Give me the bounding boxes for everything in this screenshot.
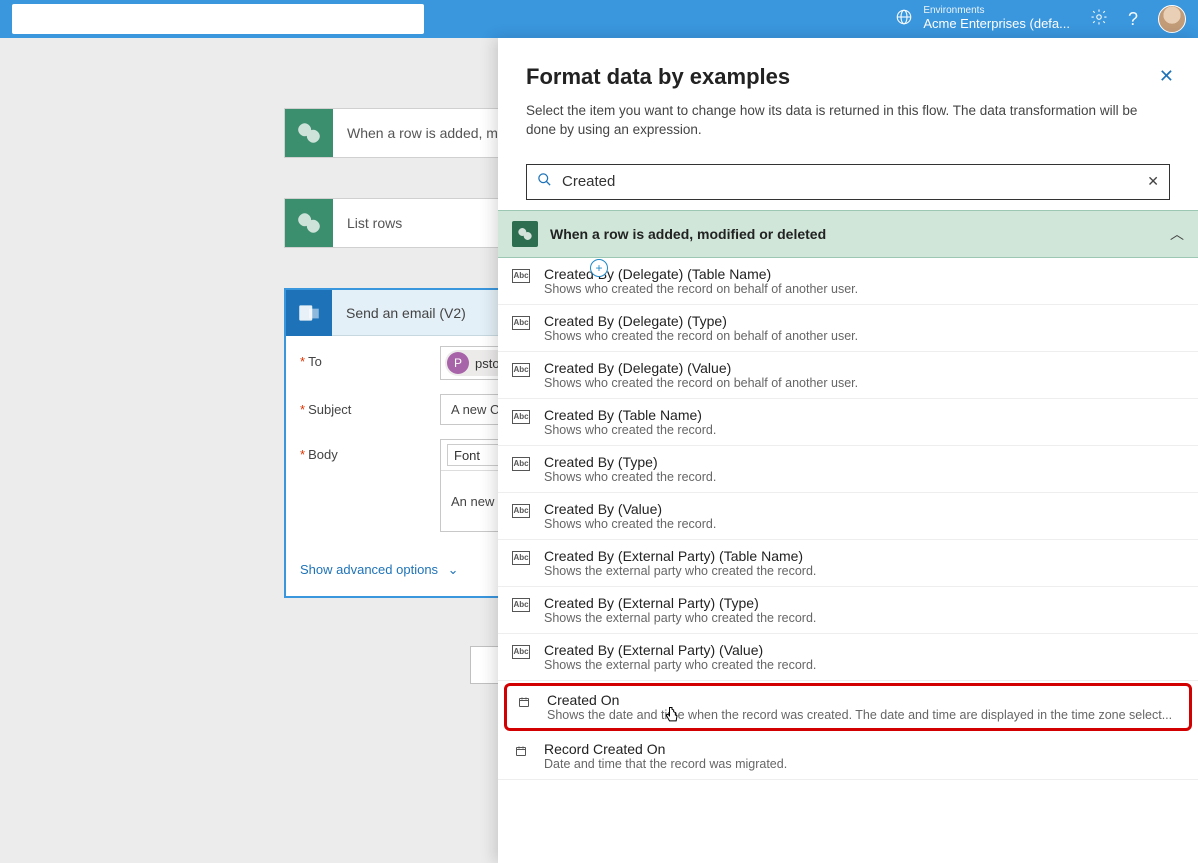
item-title: Created By (Type) bbox=[544, 454, 1184, 470]
item-list[interactable]: AbcCreated By (Delegate) (Table Name)Sho… bbox=[498, 258, 1198, 863]
panel-item[interactable]: Record Created OnDate and time that the … bbox=[498, 733, 1198, 780]
panel-item[interactable]: Abc Created By (External Party) (Value)Sh… bbox=[498, 634, 1198, 681]
panel-item[interactable]: Abc Created By (External Party) (Type)Sho… bbox=[498, 587, 1198, 634]
avatar[interactable] bbox=[1158, 5, 1186, 33]
text-type-icon: Abc bbox=[512, 316, 530, 330]
panel-description: Select the item you want to change how i… bbox=[526, 102, 1170, 140]
close-icon[interactable]: ✕ bbox=[1159, 66, 1174, 87]
panel-item[interactable]: Abc Created By (Type)Shows who created th… bbox=[498, 446, 1198, 493]
global-search-input[interactable] bbox=[12, 4, 424, 34]
item-description: Shows who created the record on behalf o… bbox=[544, 282, 1184, 296]
item-title: Created By (Delegate) (Type) bbox=[544, 313, 1184, 329]
add-action-button[interactable]: + bbox=[590, 259, 608, 277]
item-description: Shows the external party who created the… bbox=[544, 658, 1184, 672]
environment-label: Environments bbox=[923, 6, 1070, 16]
body-label: *Body bbox=[300, 439, 440, 462]
to-label: *To bbox=[300, 346, 440, 369]
item-title: Created By (Table Name) bbox=[544, 407, 1184, 423]
panel-item[interactable]: Abc Created By (Delegate) (Type)Shows who… bbox=[498, 305, 1198, 352]
panel-item[interactable]: Abc Created By (External Party) (Table Na… bbox=[498, 540, 1198, 587]
subject-label: *Subject bbox=[300, 394, 440, 417]
item-description: Shows who created the record. bbox=[544, 517, 1184, 531]
text-type-icon: Abc bbox=[512, 504, 530, 518]
panel-item[interactable]: Abc Created By (Delegate) (Value)Shows wh… bbox=[498, 352, 1198, 399]
item-title: Created By (Delegate) (Table Name) bbox=[544, 266, 1184, 282]
date-type-icon bbox=[515, 695, 533, 709]
item-description: Shows the external party who created the… bbox=[544, 564, 1184, 578]
panel-title: Format data by examples bbox=[526, 64, 1170, 90]
date-type-icon bbox=[512, 744, 530, 758]
item-description: Shows who created the record on behalf o… bbox=[544, 329, 1184, 343]
recipient-avatar-icon: P bbox=[447, 352, 469, 374]
panel-search-input[interactable] bbox=[560, 172, 1139, 191]
format-data-panel: Format data by examples ✕ Select the ite… bbox=[498, 38, 1198, 863]
item-description: Shows who created the record on behalf o… bbox=[544, 376, 1184, 390]
search-icon bbox=[537, 172, 552, 191]
chevron-down-icon: ⌄ bbox=[448, 562, 459, 578]
text-type-icon: Abc bbox=[512, 269, 530, 283]
item-description: Date and time that the record was migrat… bbox=[544, 757, 1184, 771]
item-title: Created On bbox=[547, 692, 1181, 708]
item-title: Created By (External Party) (Type) bbox=[544, 595, 1184, 611]
panel-search[interactable]: ✕ bbox=[526, 164, 1170, 200]
dataverse-icon bbox=[512, 221, 538, 247]
listrows-title: List rows bbox=[333, 215, 402, 231]
item-title: Created By (Delegate) (Value) bbox=[544, 360, 1184, 376]
app-header: Environments Acme Enterprises (defa... ? bbox=[0, 0, 1198, 38]
item-title: Created By (External Party) (Value) bbox=[544, 642, 1184, 658]
dataverse-icon bbox=[285, 109, 333, 157]
environment-picker[interactable]: Environments Acme Enterprises (defa... bbox=[895, 6, 1070, 32]
clear-search-icon[interactable]: ✕ bbox=[1147, 173, 1159, 190]
item-title: Created By (External Party) (Table Name) bbox=[544, 548, 1184, 564]
text-type-icon: Abc bbox=[512, 457, 530, 471]
globe-icon bbox=[895, 8, 913, 31]
item-description: Shows who created the record. bbox=[544, 470, 1184, 484]
environment-name: Acme Enterprises (defa... bbox=[923, 16, 1070, 32]
dataverse-icon bbox=[285, 199, 333, 247]
item-title: Created By (Value) bbox=[544, 501, 1184, 517]
text-type-icon: Abc bbox=[512, 645, 530, 659]
help-icon[interactable]: ? bbox=[1128, 9, 1138, 30]
text-type-icon: Abc bbox=[512, 551, 530, 565]
item-description: Shows the external party who created the… bbox=[544, 611, 1184, 625]
group-header[interactable]: When a row is added, modified or deleted… bbox=[498, 210, 1198, 258]
text-type-icon: Abc bbox=[512, 363, 530, 377]
email-title: Send an email (V2) bbox=[332, 305, 466, 321]
panel-item[interactable]: Abc Created By (Table Name)Shows who crea… bbox=[498, 399, 1198, 446]
text-type-icon: Abc bbox=[512, 598, 530, 612]
item-description: Shows the date and time when the record … bbox=[547, 708, 1181, 722]
outlook-icon bbox=[286, 290, 332, 336]
panel-item[interactable]: Abc Created By (Value)Shows who created t… bbox=[498, 493, 1198, 540]
group-title: When a row is added, modified or deleted bbox=[550, 226, 1158, 242]
chevron-up-icon[interactable]: ︿ bbox=[1170, 224, 1184, 244]
text-type-icon: Abc bbox=[512, 410, 530, 424]
gear-icon[interactable] bbox=[1090, 8, 1108, 31]
panel-item[interactable]: Created OnShows the date and time when t… bbox=[504, 683, 1192, 731]
item-title: Record Created On bbox=[544, 741, 1184, 757]
item-description: Shows who created the record. bbox=[544, 423, 1184, 437]
